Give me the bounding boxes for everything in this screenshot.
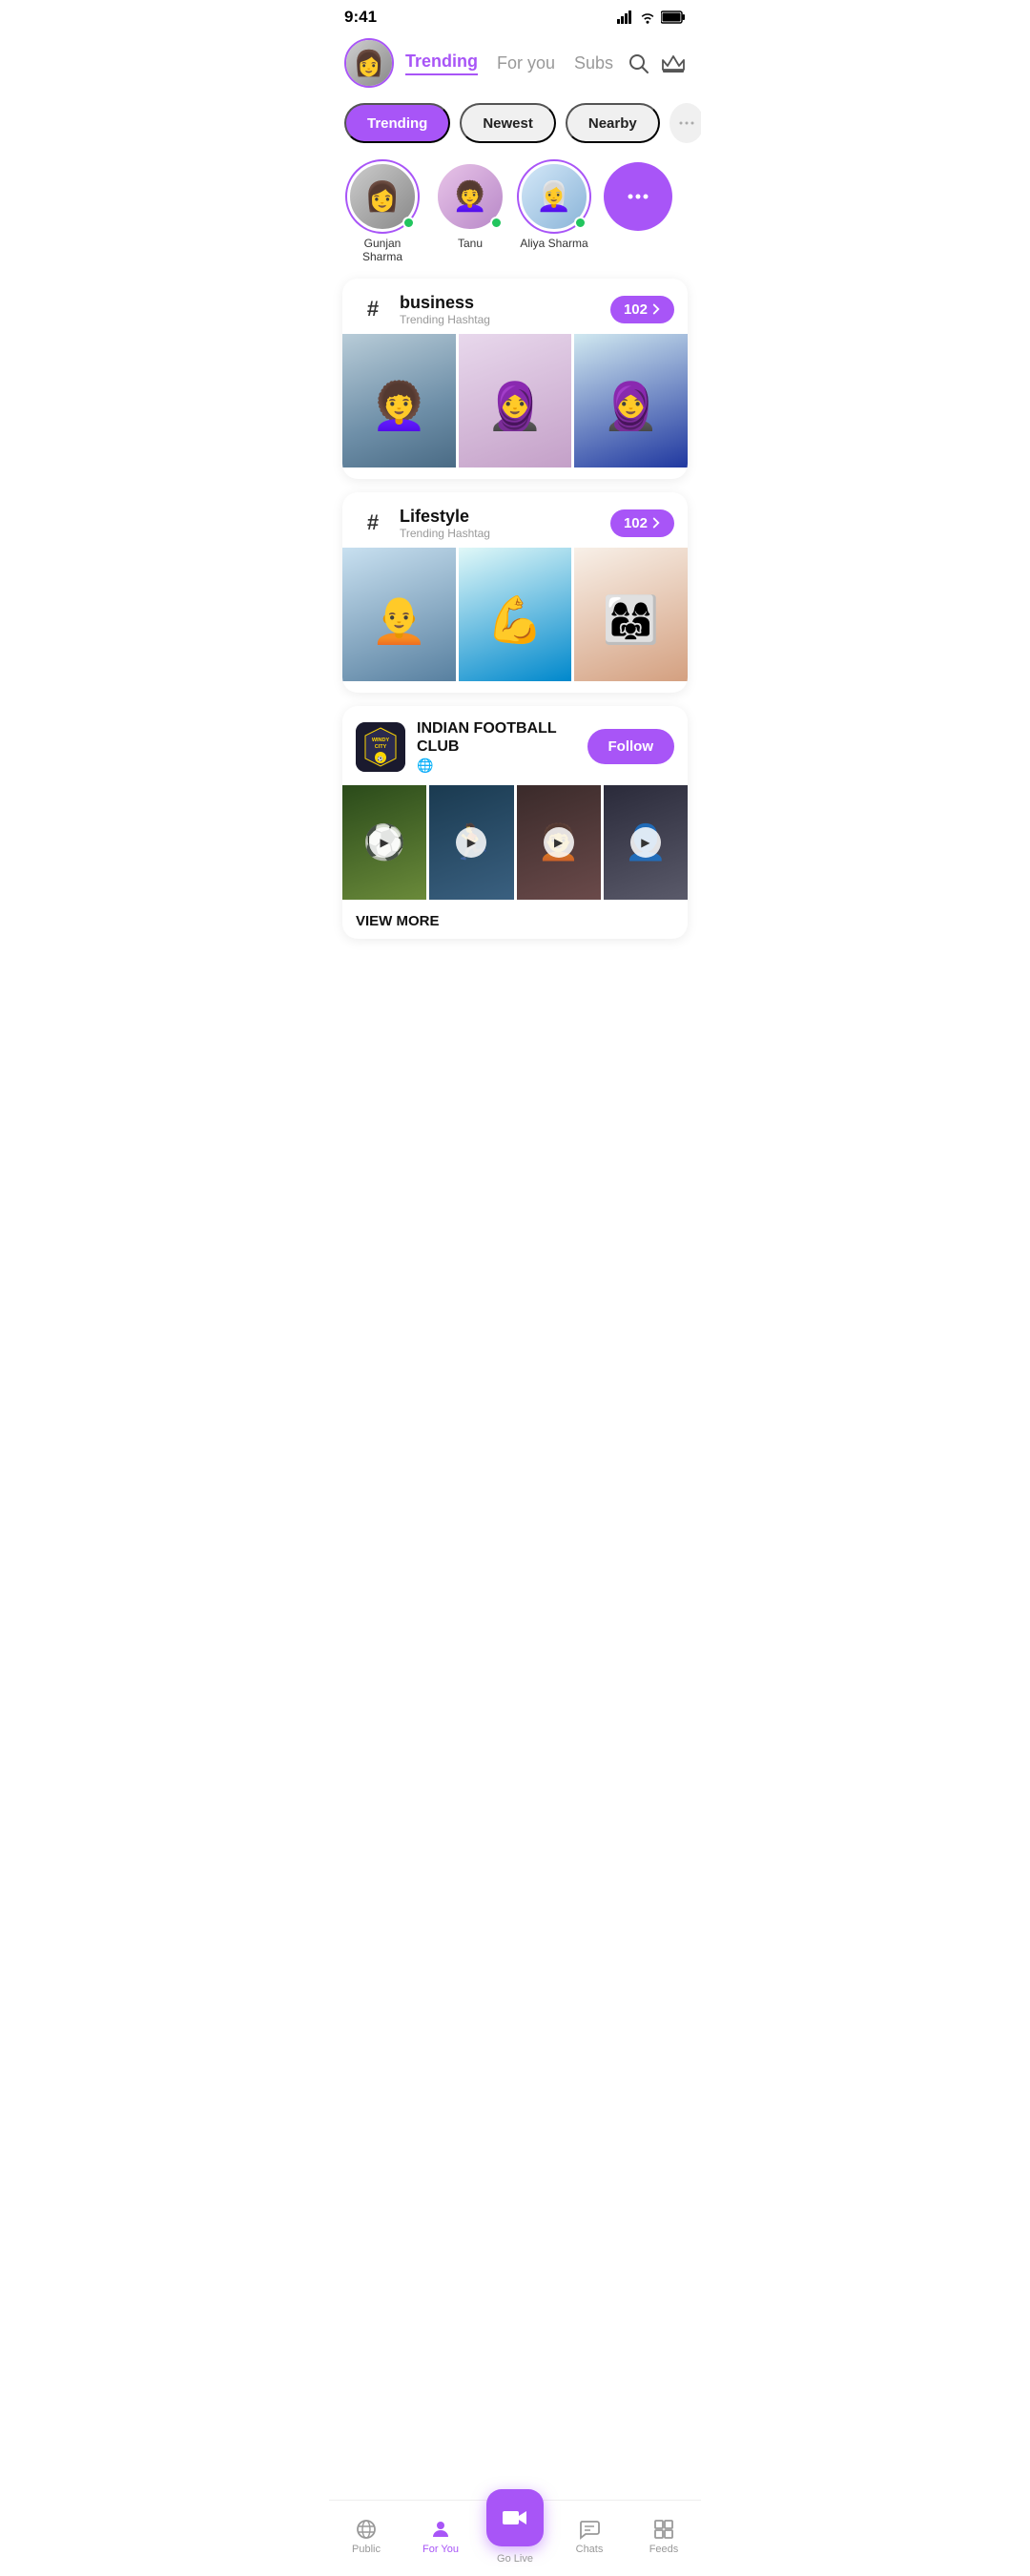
header-avatar[interactable]: 👩 (344, 38, 394, 88)
story-item-more[interactable] (604, 162, 672, 231)
hashtag-info-1: business Trending Hashtag (400, 293, 601, 326)
hashtag-title-2: Lifestyle (400, 507, 601, 527)
filter-pills: Trending Newest Nearby (329, 92, 701, 155)
hashtag-subtitle-2: Trending Hashtag (400, 527, 601, 540)
story-avatar-3: 👩‍🦳 (520, 162, 588, 231)
hashtag-images-1: 👩‍🦱 🧕 🧕 (342, 334, 688, 467)
video-icon (502, 2508, 528, 2527)
pill-newest[interactable]: Newest (460, 103, 556, 143)
club-videos: ⚽ ▶ 🏃 ▶ 🧑‍🦱 ▶ 👤 ▶ (342, 785, 688, 900)
club-header: WINDY CITY ⚽ INDIAN FOOTBALL CLUB 🌐 Foll… (342, 706, 688, 785)
hashtag-title-1: business (400, 293, 601, 313)
svg-text:CITY: CITY (375, 744, 387, 750)
follow-button[interactable]: Follow (587, 729, 675, 764)
story-item-3[interactable]: 👩‍🦳 Aliya Sharma (520, 162, 588, 250)
pill-more[interactable] (670, 103, 701, 143)
online-indicator-2 (490, 217, 503, 229)
hashtag-header-1: # business Trending Hashtag 102 (342, 279, 688, 334)
online-indicator-1 (402, 217, 415, 229)
header: 👩 Trending For you Subs (329, 31, 701, 92)
nav-label-for-you: For You (422, 2544, 459, 2555)
hashtag-symbol-1: # (356, 292, 390, 326)
story-avatar-2: 👩‍🦱 (436, 162, 505, 231)
hashtag-card-business: # business Trending Hashtag 102 👩‍🦱 🧕 🧕 (342, 279, 688, 479)
content-scroll: # business Trending Hashtag 102 👩‍🦱 🧕 🧕 (329, 279, 701, 1028)
club-video-4[interactable]: 👤 ▶ (604, 785, 688, 900)
club-name: INDIAN FOOTBALL CLUB (417, 719, 576, 756)
club-video-1[interactable]: ⚽ ▶ (342, 785, 426, 900)
hashtag-img-2c: 👩‍👩‍👧 (574, 548, 688, 681)
nav-tabs: Trending For you Subs (405, 52, 615, 75)
story-item-1[interactable]: 👩 Gunjan Sharma (344, 162, 421, 263)
hashtag-subtitle-1: Trending Hashtag (400, 313, 601, 326)
club-type: 🌐 (417, 758, 576, 774)
go-live-button[interactable] (486, 2489, 544, 2546)
pill-nearby[interactable]: Nearby (566, 103, 660, 143)
hashtag-img-2a: 🧑‍🦲 (342, 548, 456, 681)
club-video-2[interactable]: 🏃 ▶ (429, 785, 513, 900)
public-icon (355, 2518, 378, 2541)
club-info: INDIAN FOOTBALL CLUB 🌐 (417, 719, 576, 774)
play-button-3[interactable]: ▶ (544, 827, 574, 858)
club-logo: WINDY CITY ⚽ (356, 722, 405, 772)
tab-trending[interactable]: Trending (405, 52, 478, 75)
nav-label-feeds: Feeds (649, 2544, 679, 2555)
nav-item-public[interactable]: Public (338, 2518, 395, 2555)
nav-item-feeds[interactable]: Feeds (635, 2518, 692, 2555)
club-video-3[interactable]: 🧑‍🦱 ▶ (517, 785, 601, 900)
nav-item-chats[interactable]: Chats (561, 2518, 618, 2555)
view-more-button[interactable]: VIEW MORE (342, 900, 688, 939)
status-bar: 9:41 (329, 0, 701, 31)
club-card: WINDY CITY ⚽ INDIAN FOOTBALL CLUB 🌐 Foll… (342, 706, 688, 939)
svg-text:WINDY: WINDY (372, 737, 390, 743)
hashtag-img-1c: 🧕 (574, 334, 688, 467)
hashtag-info-2: Lifestyle Trending Hashtag (400, 507, 601, 540)
story-name-1: Gunjan Sharma (344, 237, 421, 263)
wifi-icon (639, 10, 656, 24)
feeds-icon (652, 2518, 675, 2541)
header-action-icons (627, 52, 686, 74)
more-stories-button[interactable] (604, 162, 672, 231)
hashtag-img-1b: 🧕 (459, 334, 572, 467)
hashtag-img-2b: 💪 (459, 548, 572, 681)
svg-text:⚽: ⚽ (377, 756, 383, 762)
story-name-2: Tanu (458, 237, 483, 250)
hashtag-symbol-2: # (356, 506, 390, 540)
play-button-1[interactable]: ▶ (369, 827, 400, 858)
signal-icon (617, 10, 634, 24)
story-item-2[interactable]: 👩‍🦱 Tanu (436, 162, 505, 250)
chat-icon (578, 2518, 601, 2541)
crown-icon[interactable] (661, 52, 686, 73)
nav-item-for-you[interactable]: For You (412, 2518, 469, 2555)
pill-trending[interactable]: Trending (344, 103, 450, 143)
hashtag-header-2: # Lifestyle Trending Hashtag 102 (342, 492, 688, 548)
status-time: 9:41 (344, 8, 377, 27)
nav-label-public: Public (352, 2544, 381, 2555)
battery-icon (661, 10, 686, 24)
play-button-4[interactable]: ▶ (630, 827, 661, 858)
nav-label-chats: Chats (576, 2544, 604, 2555)
nav-item-go-live[interactable]: Go Live (486, 2508, 544, 2565)
hashtag-img-1a: 👩‍🦱 (342, 334, 456, 467)
hashtag-count-2[interactable]: 102 (610, 509, 674, 537)
story-avatar-1: 👩 (348, 162, 417, 231)
bottom-nav: Public For You Go Live Chats (329, 2500, 701, 2576)
hashtag-images-2: 🧑‍🦲 💪 👩‍👩‍👧 (342, 548, 688, 681)
stories-row: 👩 Gunjan Sharma 👩‍🦱 Tanu 👩‍🦳 Aliya Sharm… (329, 155, 701, 279)
hashtag-count-1[interactable]: 102 (610, 296, 674, 323)
tab-subs[interactable]: Subs (574, 53, 613, 73)
person-icon (429, 2518, 452, 2541)
tab-for-you[interactable]: For you (497, 53, 555, 73)
story-name-3: Aliya Sharma (520, 237, 587, 250)
play-button-2[interactable]: ▶ (456, 827, 486, 858)
status-icons (617, 10, 686, 24)
online-indicator-3 (574, 217, 587, 229)
nav-label-go-live: Go Live (497, 2553, 533, 2565)
club-logo-svg: WINDY CITY ⚽ (358, 724, 403, 770)
hashtag-card-lifestyle: # Lifestyle Trending Hashtag 102 🧑‍🦲 💪 👩… (342, 492, 688, 693)
search-icon[interactable] (627, 52, 649, 74)
